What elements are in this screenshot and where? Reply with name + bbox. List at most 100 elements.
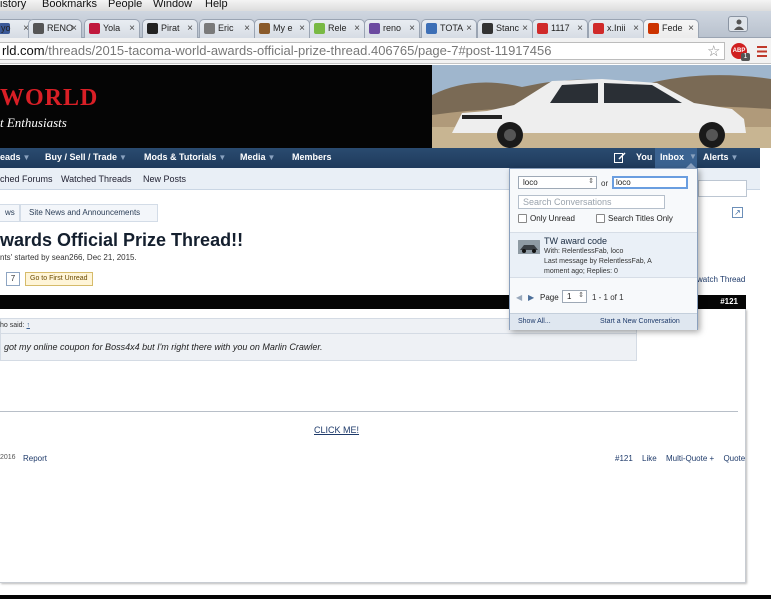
- tab-favicon-icon: [33, 23, 44, 34]
- browser-tab[interactable]: reno ×: [364, 19, 420, 38]
- tab-label: Yola: [103, 23, 121, 33]
- quote-attribution: ho said: ↑: [0, 322, 30, 329]
- browser-tab[interactable]: RENO ×: [28, 19, 82, 38]
- menu-window[interactable]: Window: [153, 0, 192, 10]
- bookmark-star-icon[interactable]: ☆: [707, 42, 720, 60]
- tab-favicon-icon: [426, 23, 437, 34]
- conversation-item[interactable]: TW award code With: RelentlessFab, loco …: [510, 232, 697, 278]
- browser-tab[interactable]: 1117 ×: [532, 19, 588, 38]
- chevron-down-icon: ▼: [689, 152, 697, 161]
- address-bar[interactable]: rld.com/threads/2015-tacoma-world-awards…: [0, 42, 725, 60]
- browser-tab[interactable]: Yola ×: [84, 19, 140, 38]
- close-tab-icon[interactable]: ×: [129, 20, 135, 37]
- chevron-down-icon: ▼: [119, 153, 127, 162]
- start-conversation-link[interactable]: Start a New Conversation: [600, 318, 680, 325]
- close-tab-icon[interactable]: ×: [71, 20, 77, 37]
- close-tab-icon[interactable]: ×: [522, 20, 528, 37]
- browser-menu-icon[interactable]: [757, 45, 767, 58]
- close-tab-icon[interactable]: ×: [577, 20, 583, 37]
- report-link[interactable]: Report: [23, 454, 47, 463]
- post-actions: #121 Like Multi-Quote + Quote: [615, 454, 752, 463]
- show-all-link[interactable]: Show All...: [518, 318, 551, 325]
- main-nav: eads ▼ Buy / Sell / Trade ▼ Mods & Tutoria…: [0, 148, 760, 168]
- browser-tab[interactable]: Stanc ×: [477, 19, 533, 38]
- quote-source-link[interactable]: ↑: [26, 322, 30, 329]
- jump-to-icon[interactable]: ↗: [732, 207, 743, 218]
- nav-buy-sell-trade[interactable]: Buy / Sell / Trade ▼: [45, 152, 127, 162]
- close-tab-icon[interactable]: ×: [187, 20, 193, 37]
- nav-threads[interactable]: eads ▼: [0, 152, 30, 162]
- subnav-watched-threads[interactable]: Watched Threads: [61, 174, 132, 184]
- close-tab-icon[interactable]: ×: [354, 20, 360, 37]
- nav-alerts[interactable]: Alerts ▼: [703, 152, 738, 162]
- quote-link[interactable]: Quote: [723, 454, 745, 463]
- menu-bookmarks[interactable]: Bookmarks: [42, 0, 97, 10]
- tab-label: Pirat: [161, 23, 180, 33]
- browser-tab[interactable]: Rele ×: [309, 19, 365, 38]
- breadcrumb-site-news[interactable]: Site News and Announcements: [20, 204, 158, 222]
- site-search-input[interactable]: [698, 180, 747, 197]
- person-icon: [734, 19, 744, 30]
- browser-tab[interactable]: TOTA ×: [421, 19, 477, 38]
- multi-quote-link[interactable]: Multi-Quote +: [666, 454, 714, 463]
- subnav-watched-forums[interactable]: ched Forums: [0, 174, 53, 184]
- browser-tab-active[interactable]: Fede ×: [643, 19, 699, 38]
- profile-button[interactable]: [728, 16, 748, 32]
- conversation-title[interactable]: TW award code: [544, 236, 607, 246]
- tab-favicon-icon: [147, 23, 158, 34]
- go-to-first-unread-button[interactable]: Go to First Unread: [25, 272, 93, 286]
- url-host: rld.com: [2, 43, 45, 58]
- nav-mods-tutorials[interactable]: Mods & Tutorials ▼: [144, 152, 226, 162]
- url-path: /threads/2015-tacoma-world-awards-offici…: [44, 43, 552, 58]
- browser-tab[interactable]: Eric ×: [199, 19, 255, 38]
- tab-label: My e: [273, 23, 293, 33]
- conversation-filter-select[interactable]: loco ⇕: [518, 176, 597, 189]
- close-tab-icon[interactable]: ×: [466, 20, 472, 37]
- menu-help[interactable]: Help: [205, 0, 228, 10]
- nav-you[interactable]: You: [636, 152, 652, 162]
- post-number[interactable]: #121: [720, 297, 738, 306]
- close-tab-icon[interactable]: ×: [244, 20, 250, 37]
- page-next-icon[interactable]: ▶: [528, 293, 534, 302]
- close-tab-icon[interactable]: ×: [299, 20, 305, 37]
- nav-media[interactable]: Media ▼: [240, 152, 275, 162]
- tab-label: reno: [383, 23, 402, 33]
- tab-favicon-icon: [482, 23, 493, 34]
- page-gutter: [760, 148, 771, 599]
- breadcrumb-news[interactable]: ws: [0, 204, 20, 222]
- like-link[interactable]: Like: [642, 454, 657, 463]
- chevron-down-icon: ▼: [22, 153, 31, 162]
- compose-icon[interactable]: [614, 152, 626, 163]
- watch-thread-link[interactable]: watch Thread: [697, 275, 745, 284]
- browser-tab[interactable]: Pirat ×: [142, 19, 198, 38]
- search-conversations-input[interactable]: Search Conversations: [518, 195, 665, 209]
- site-tagline: t Enthusiasts: [0, 115, 67, 130]
- search-titles-only-checkbox[interactable]: [596, 214, 605, 223]
- post-permalink[interactable]: #121: [615, 454, 633, 463]
- site-logo[interactable]: WORLD: [0, 85, 98, 112]
- inbox-popup: loco ⇕ or loco Search Conversations Only …: [509, 163, 698, 330]
- tab-favicon-icon: [89, 23, 100, 34]
- only-unread-checkbox[interactable]: [518, 214, 527, 223]
- tab-label: 1117: [551, 23, 570, 33]
- nav-members[interactable]: Members: [292, 152, 332, 162]
- recipient-name-input[interactable]: loco: [612, 176, 688, 189]
- post-date: 2016: [0, 454, 16, 461]
- page-prev-icon[interactable]: ◀: [516, 293, 522, 302]
- subnav-new-posts[interactable]: New Posts: [143, 174, 186, 184]
- nav-inbox-label: Inbox: [660, 152, 684, 162]
- signature-link[interactable]: CLICK ME!: [314, 425, 359, 435]
- menu-history[interactable]: istory: [0, 0, 26, 10]
- browser-tab[interactable]: My e ×: [254, 19, 310, 38]
- close-tab-icon[interactable]: ×: [633, 20, 639, 37]
- close-tab-icon[interactable]: ×: [688, 20, 694, 37]
- os-menu-bar: istory Bookmarks People Window Help: [0, 0, 771, 11]
- browser-tab[interactable]: x.Inii ×: [588, 19, 644, 38]
- page-7-link[interactable]: 7: [6, 272, 20, 286]
- thread-meta: nts' started by sean266, Dec 21, 2015.: [0, 253, 137, 262]
- menu-people[interactable]: People: [108, 0, 142, 10]
- chevron-down-icon: ▼: [267, 153, 276, 162]
- close-tab-icon[interactable]: ×: [409, 20, 415, 37]
- page-select[interactable]: 1 ⇕: [562, 290, 587, 303]
- tab-favicon-icon: [537, 23, 548, 34]
